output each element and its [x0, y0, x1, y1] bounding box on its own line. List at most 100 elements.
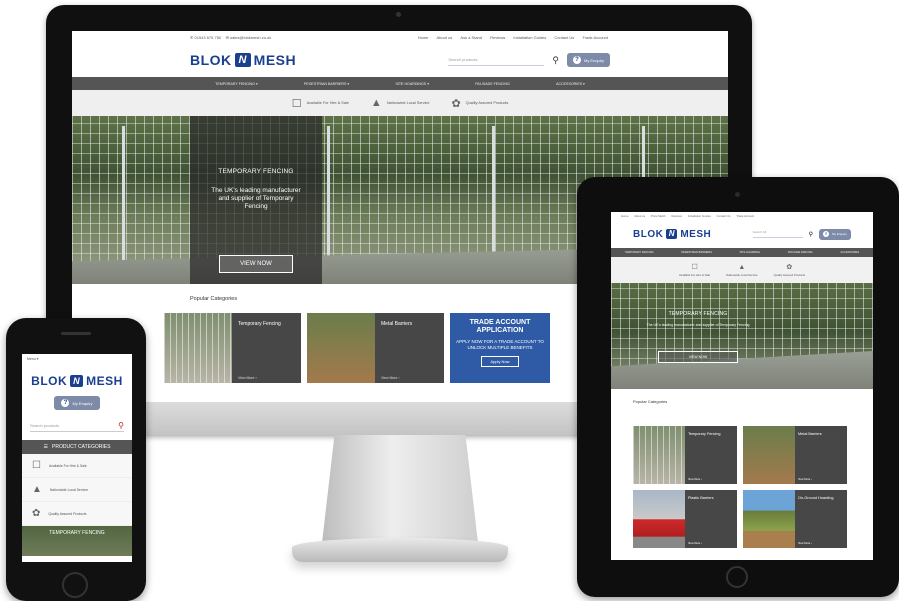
- top-bar: Home About us Price Match Reviews Instal…: [611, 212, 873, 220]
- card-image: [743, 426, 795, 484]
- camera-dot: [735, 192, 740, 197]
- usp-label: Available For Hire & Sale: [306, 101, 349, 105]
- top-link-contact[interactable]: Contact Us: [554, 35, 574, 40]
- brand-logo[interactable]: BLOK N MESH: [633, 229, 711, 240]
- search-bar[interactable]: Search products ⚲: [30, 420, 124, 432]
- top-link-trade[interactable]: Trade Account: [582, 35, 608, 40]
- card-image: [164, 313, 232, 383]
- view-more-link[interactable]: View More ›: [381, 376, 400, 380]
- tag-icon: ☐: [291, 97, 302, 110]
- hero-title: TEMPORARY FENCING: [22, 526, 132, 556]
- top-link-guides[interactable]: Installation Guides: [513, 35, 546, 40]
- top-link-trade[interactable]: Trade Account: [736, 214, 754, 218]
- category-card-metal-barriers[interactable]: Metal Barriers View More ›: [307, 313, 444, 383]
- view-more-link[interactable]: View More ›: [688, 542, 702, 545]
- nav-item-site-hoarding[interactable]: SITE HOARDING: [740, 251, 760, 254]
- enquiry-label: My Enquiry: [72, 400, 93, 406]
- nav-item-temporary-fencing[interactable]: TEMPORARY FENCING: [625, 251, 654, 254]
- responsive-mockup: ✆ 01543 675 750 ✉ sales@blokmesh.co.uk H…: [0, 0, 899, 601]
- header-actions: Search products ⚲ ? My Enquiry: [448, 53, 610, 67]
- nav-item-pedestrian-barriers[interactable]: PEDESTRIAN BARRIERS: [681, 251, 712, 254]
- my-enquiry-button[interactable]: ? My Enquiry: [54, 396, 100, 410]
- phone-screen: Menu ▾ BLOK N MESH ? My Enquiry Search p…: [22, 354, 132, 562]
- badge-icon: ✿: [451, 97, 461, 110]
- category-card-temporary-fencing[interactable]: Temporary Fencing View More ›: [633, 426, 737, 484]
- view-more-link[interactable]: View More ›: [238, 376, 257, 380]
- usp-local-service: ▲ Nationwide Local Service: [726, 264, 757, 277]
- home-button[interactable]: [726, 566, 748, 588]
- brand-logo[interactable]: BLOK N MESH: [190, 52, 296, 68]
- view-more-link[interactable]: View More ›: [798, 542, 812, 545]
- top-link-home[interactable]: Home: [418, 35, 429, 40]
- view-now-button[interactable]: VIEW NOW: [657, 351, 739, 363]
- card-title: Plastic Barriers: [688, 496, 714, 500]
- view-now-button[interactable]: VIEW NOW: [219, 255, 293, 273]
- logo-mark-icon: N: [666, 229, 678, 239]
- top-link-price-match[interactable]: Price Match: [651, 214, 666, 218]
- top-link-guides[interactable]: Installation Guides: [688, 214, 711, 218]
- view-more-link[interactable]: View More ›: [688, 478, 702, 481]
- truck-icon: ▲: [32, 484, 42, 495]
- nav-item-pedestrian-barriers[interactable]: PEDESTRIAN BARRIERS ▾: [304, 82, 349, 86]
- brand-logo[interactable]: BLOK N MESH: [31, 374, 123, 388]
- search-input[interactable]: Search All: [752, 230, 803, 238]
- trade-title: TRADE ACCOUNT APPLICATION: [469, 319, 531, 334]
- speaker-grille: [61, 332, 91, 335]
- search-input[interactable]: Search products: [30, 423, 59, 428]
- usp-label: Nationwide Local Service: [726, 272, 758, 277]
- badge-icon: ✿: [786, 264, 793, 271]
- hero-banner: TEMPORARY FENCING The UK's leading manuf…: [611, 283, 873, 389]
- usp-hire-sale: ☐ Available For Hire & Sale: [292, 97, 349, 110]
- usp-local-service: ▲ Nationwide Local Service: [22, 478, 132, 502]
- trade-account-card[interactable]: TRADE ACCOUNT APPLICATION APPLY NOW FOR …: [450, 313, 550, 383]
- nav-item-accessories[interactable]: ACCESSORIES: [840, 251, 859, 254]
- email-address[interactable]: ✉ sales@blokmesh.co.uk: [226, 35, 272, 40]
- product-categories-button[interactable]: ☰ PRODUCT CATEGORIES: [22, 440, 132, 454]
- my-enquiry-button[interactable]: ? My Enquiry: [818, 228, 851, 240]
- my-enquiry-button[interactable]: ? My Enquiry: [566, 53, 610, 67]
- menu-toggle[interactable]: Menu ▾: [22, 354, 132, 364]
- apply-now-button[interactable]: Apply Now: [481, 356, 519, 367]
- search-icon[interactable]: ⚲: [552, 55, 559, 66]
- tablet-screen: Home About us Price Match Reviews Instal…: [611, 212, 873, 560]
- search-icon[interactable]: ⚲: [809, 231, 813, 238]
- category-card-metal-barriers[interactable]: Metal Barriers View More ›: [743, 426, 847, 484]
- search-input[interactable]: Search products: [448, 54, 545, 66]
- phone-number[interactable]: ✆ 01543 675 750: [190, 35, 221, 40]
- tablet-device: Home About us Price Match Reviews Instal…: [577, 177, 899, 597]
- nav-item-palisade-fencing[interactable]: PALISADE FENCING: [475, 82, 509, 86]
- usp-label: Available For Hire & Sale: [678, 273, 711, 277]
- usp-bar: ☐ Available For Hire & Sale ▲ Nationwide…: [72, 90, 728, 116]
- top-link-about[interactable]: About us: [437, 35, 453, 40]
- top-link-reviews[interactable]: Reviews: [490, 35, 505, 40]
- card-title: On-Ground Hoarding: [798, 496, 834, 500]
- category-card-temporary-fencing[interactable]: Temporary Fencing View More ›: [164, 313, 301, 383]
- badge-icon: ✿: [32, 508, 41, 519]
- hero-panel: TEMPORARY FENCING The UK's leading manuf…: [190, 116, 322, 284]
- hero-panel: TEMPORARY FENCING The UK's leading manuf…: [635, 311, 761, 379]
- search-icon[interactable]: ⚲: [118, 421, 124, 430]
- monitor-base: [292, 538, 508, 562]
- home-button[interactable]: [62, 572, 88, 598]
- top-link-reviews[interactable]: Reviews: [671, 214, 682, 218]
- nav-item-palisade-fencing[interactable]: PALISADE FENCING: [788, 251, 813, 254]
- nav-item-accessories[interactable]: ACCESSORIES ▾: [556, 82, 585, 86]
- usp-local-service: ▲ Nationwide Local Service: [371, 97, 430, 109]
- nav-item-site-hoardings[interactable]: SITE HOARDINGS ▾: [395, 82, 429, 86]
- category-card-on-ground-hoarding[interactable]: On-Ground Hoarding View More ›: [743, 490, 847, 548]
- top-link-ask[interactable]: Ask a Stand: [460, 35, 482, 40]
- view-more-link[interactable]: View More ›: [798, 478, 812, 481]
- categories-label: PRODUCT CATEGORIES: [52, 444, 111, 450]
- category-card-plastic-barriers[interactable]: Plastic Barriers View More ›: [633, 490, 737, 548]
- top-link-about[interactable]: About us: [634, 214, 645, 218]
- logo-mark-icon: N: [70, 375, 84, 387]
- monitor-stand: [322, 435, 478, 543]
- camera-dot: [396, 12, 401, 17]
- top-link-contact[interactable]: Contact Us: [717, 214, 731, 218]
- top-link-home[interactable]: Home: [621, 214, 628, 218]
- nav-item-temporary-fencing[interactable]: TEMPORARY FENCING ▾: [215, 82, 258, 86]
- logo-mark-icon: N: [234, 53, 251, 67]
- hamburger-icon: ☰: [43, 444, 49, 450]
- question-icon: ?: [822, 231, 829, 237]
- logo-text-left: BLOK: [633, 228, 664, 240]
